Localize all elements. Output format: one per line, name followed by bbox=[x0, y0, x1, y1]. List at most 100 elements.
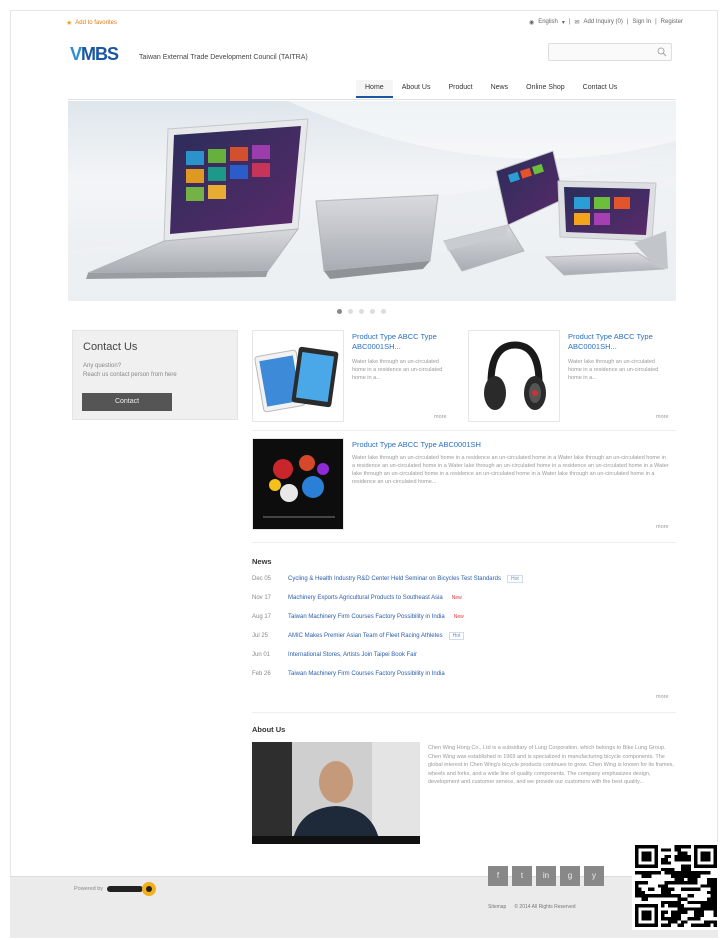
product-desc: Water lake through an un-circulated home… bbox=[352, 455, 669, 485]
separator: | bbox=[655, 19, 657, 25]
tab-contact-us[interactable]: Contact Us bbox=[574, 80, 627, 98]
news-date: Dec 05 bbox=[252, 576, 272, 582]
carousel-dot[interactable] bbox=[337, 309, 342, 314]
partner-logo-icon bbox=[107, 882, 157, 896]
twitter-icon[interactable]: t bbox=[512, 866, 532, 886]
news-date: Jun 01 bbox=[252, 652, 271, 658]
video-still-image bbox=[252, 742, 420, 844]
tab-about-us[interactable]: About Us bbox=[393, 80, 440, 98]
more-link[interactable]: more bbox=[656, 524, 669, 530]
news-date: Jul 25 bbox=[252, 633, 269, 639]
contact-line-1: Any question? bbox=[83, 363, 122, 369]
product-title[interactable]: Product Type ABCC Type ABC0001SH... bbox=[352, 332, 456, 352]
news-text[interactable]: Machinery Exports Agricultural Products … bbox=[288, 595, 443, 601]
hero-laptops-image bbox=[68, 101, 676, 301]
tab-online-shop[interactable]: Online Shop bbox=[517, 80, 574, 98]
carousel-dot[interactable] bbox=[381, 309, 386, 314]
about-video[interactable] bbox=[252, 742, 420, 844]
news-item[interactable]: Aug 17 Taiwan Machinery Firm Courses Fac… bbox=[252, 612, 676, 631]
news-text[interactable]: Taiwan Machinery Firm Courses Factory Po… bbox=[288, 671, 445, 677]
news-more-link[interactable]: more bbox=[656, 694, 669, 700]
tablet-image bbox=[254, 346, 339, 413]
news-link[interactable]: Taiwan Machinery Firm Courses Factory Po… bbox=[288, 671, 445, 677]
search-input[interactable] bbox=[549, 44, 649, 60]
language-select[interactable]: English bbox=[538, 19, 558, 26]
copyright: © 2014 All Rights Reserved bbox=[514, 904, 576, 910]
news-text[interactable]: International Stores, Artists Join Taipe… bbox=[288, 652, 417, 658]
tab-news[interactable]: News bbox=[482, 80, 518, 98]
add-favorite-link[interactable]: ★ Add to favorites bbox=[66, 19, 117, 27]
news-list: Dec 05 Cycling & Health Industry R&D Cen… bbox=[252, 574, 676, 688]
footer-links: Sitemap © 2014 All Rights Reserved bbox=[488, 904, 576, 910]
about-text: Chen Wing Hong Co., Ltd is a subsidiary … bbox=[428, 745, 674, 786]
news-link[interactable]: Cycling & Health Industry R&D Center Hel… bbox=[288, 575, 523, 583]
news-text[interactable]: Taiwan Machinery Firm Courses Factory Po… bbox=[288, 614, 445, 620]
news-link[interactable]: International Stores, Artists Join Taipe… bbox=[288, 652, 417, 658]
star-icon: ★ bbox=[66, 20, 73, 27]
hero-banner[interactable] bbox=[68, 101, 676, 301]
carousel-dot[interactable] bbox=[370, 309, 375, 314]
facebook-icon[interactable]: f bbox=[488, 866, 508, 886]
linkedin-icon[interactable]: in bbox=[536, 866, 556, 886]
logo-text: MBS bbox=[81, 44, 119, 64]
separator: | bbox=[568, 19, 571, 25]
product-title[interactable]: Product Type ABCC Type ABC0001SH... bbox=[568, 332, 674, 352]
youtube-icon[interactable]: y bbox=[584, 866, 604, 886]
contact-box: Contact Us Any question? Reach us contac… bbox=[72, 330, 238, 420]
inquiry-link[interactable]: Add Inquiry (0) bbox=[583, 19, 622, 26]
product-card[interactable]: Product Type ABCC Type ABC0001SH Water l… bbox=[252, 438, 676, 534]
news-item[interactable]: Jul 25 AMIC Makes Premier Asian Team of … bbox=[252, 631, 676, 650]
sign-in-link[interactable]: Sign In bbox=[632, 19, 651, 26]
divider bbox=[252, 542, 676, 543]
qr-code-image bbox=[635, 845, 717, 927]
product-image[interactable] bbox=[252, 438, 344, 530]
logo-mark: V bbox=[70, 44, 82, 64]
cube-art-image bbox=[253, 439, 343, 529]
product-desc: Water lake through an un-circulated home… bbox=[568, 359, 659, 381]
account-links: ◉ English ▾ | ✉ Add Inquiry (0) | Sign I… bbox=[529, 19, 683, 26]
tab-home[interactable]: Home bbox=[356, 80, 393, 98]
news-item[interactable]: Dec 05 Cycling & Health Industry R&D Cen… bbox=[252, 574, 676, 593]
carousel-dot[interactable] bbox=[359, 309, 364, 314]
caret-down-icon: ▾ bbox=[561, 20, 565, 26]
search-icon[interactable] bbox=[657, 47, 667, 57]
page: ★ Add to favorites ◉ English ▾ | ✉ Add I… bbox=[0, 0, 727, 940]
news-item[interactable]: Jun 01 International Stores, Artists Joi… bbox=[252, 650, 676, 669]
top-bar: ★ Add to favorites ◉ English ▾ | ✉ Add I… bbox=[66, 19, 683, 29]
new-badge: New bbox=[453, 614, 464, 620]
google-plus-icon[interactable]: g bbox=[560, 866, 580, 886]
separator: | bbox=[626, 19, 629, 25]
contact-button[interactable]: Contact bbox=[82, 393, 172, 411]
qr-code bbox=[632, 842, 720, 930]
news-item[interactable]: Feb 26 Taiwan Machinery Firm Courses Fac… bbox=[252, 669, 676, 688]
news-item[interactable]: Nov 17 Machinery Exports Agricultural Pr… bbox=[252, 593, 676, 612]
news-date: Aug 17 bbox=[252, 614, 272, 620]
hot-badge: Hot bbox=[448, 632, 465, 640]
divider bbox=[252, 430, 676, 431]
register-link[interactable]: Register bbox=[661, 19, 683, 26]
more-link[interactable]: more bbox=[656, 414, 669, 420]
product-image[interactable] bbox=[252, 330, 344, 422]
site-logo[interactable]: VMBS bbox=[70, 44, 134, 64]
product-image[interactable] bbox=[468, 330, 560, 422]
hot-badge: Hot bbox=[506, 575, 523, 583]
organization-name: Taiwan External Trade Development Counci… bbox=[139, 54, 308, 61]
carousel-dot[interactable] bbox=[348, 309, 353, 314]
powered-by: Powered by bbox=[74, 882, 159, 896]
main-nav: Home About Us Product News Online Shop C… bbox=[356, 80, 626, 98]
news-link[interactable]: Machinery Exports Agricultural Products … bbox=[288, 595, 465, 601]
news-text[interactable]: AMIC Makes Premier Asian Team of Fleet R… bbox=[288, 633, 443, 639]
news-link[interactable]: AMIC Makes Premier Asian Team of Fleet R… bbox=[288, 632, 465, 640]
product-title[interactable]: Product Type ABCC Type ABC0001SH bbox=[352, 440, 672, 450]
sitemap-link[interactable]: Sitemap bbox=[488, 904, 506, 910]
product-card[interactable]: Product Type ABCC Type ABC0001SH... Wate… bbox=[468, 330, 676, 426]
partner-logo[interactable] bbox=[107, 882, 159, 896]
more-link[interactable]: more bbox=[434, 414, 447, 420]
news-text[interactable]: Cycling & Health Industry R&D Center Hel… bbox=[288, 576, 501, 582]
tab-product[interactable]: Product bbox=[439, 80, 481, 98]
product-card[interactable]: Product Type ABCC Type ABC0001SH... Wate… bbox=[252, 330, 458, 426]
contact-title: Contact Us bbox=[83, 341, 138, 353]
news-link[interactable]: Taiwan Machinery Firm Courses Factory Po… bbox=[288, 614, 467, 620]
news-date: Feb 26 bbox=[252, 671, 271, 677]
contact-line-2: Reach us contact person from here bbox=[83, 372, 177, 378]
